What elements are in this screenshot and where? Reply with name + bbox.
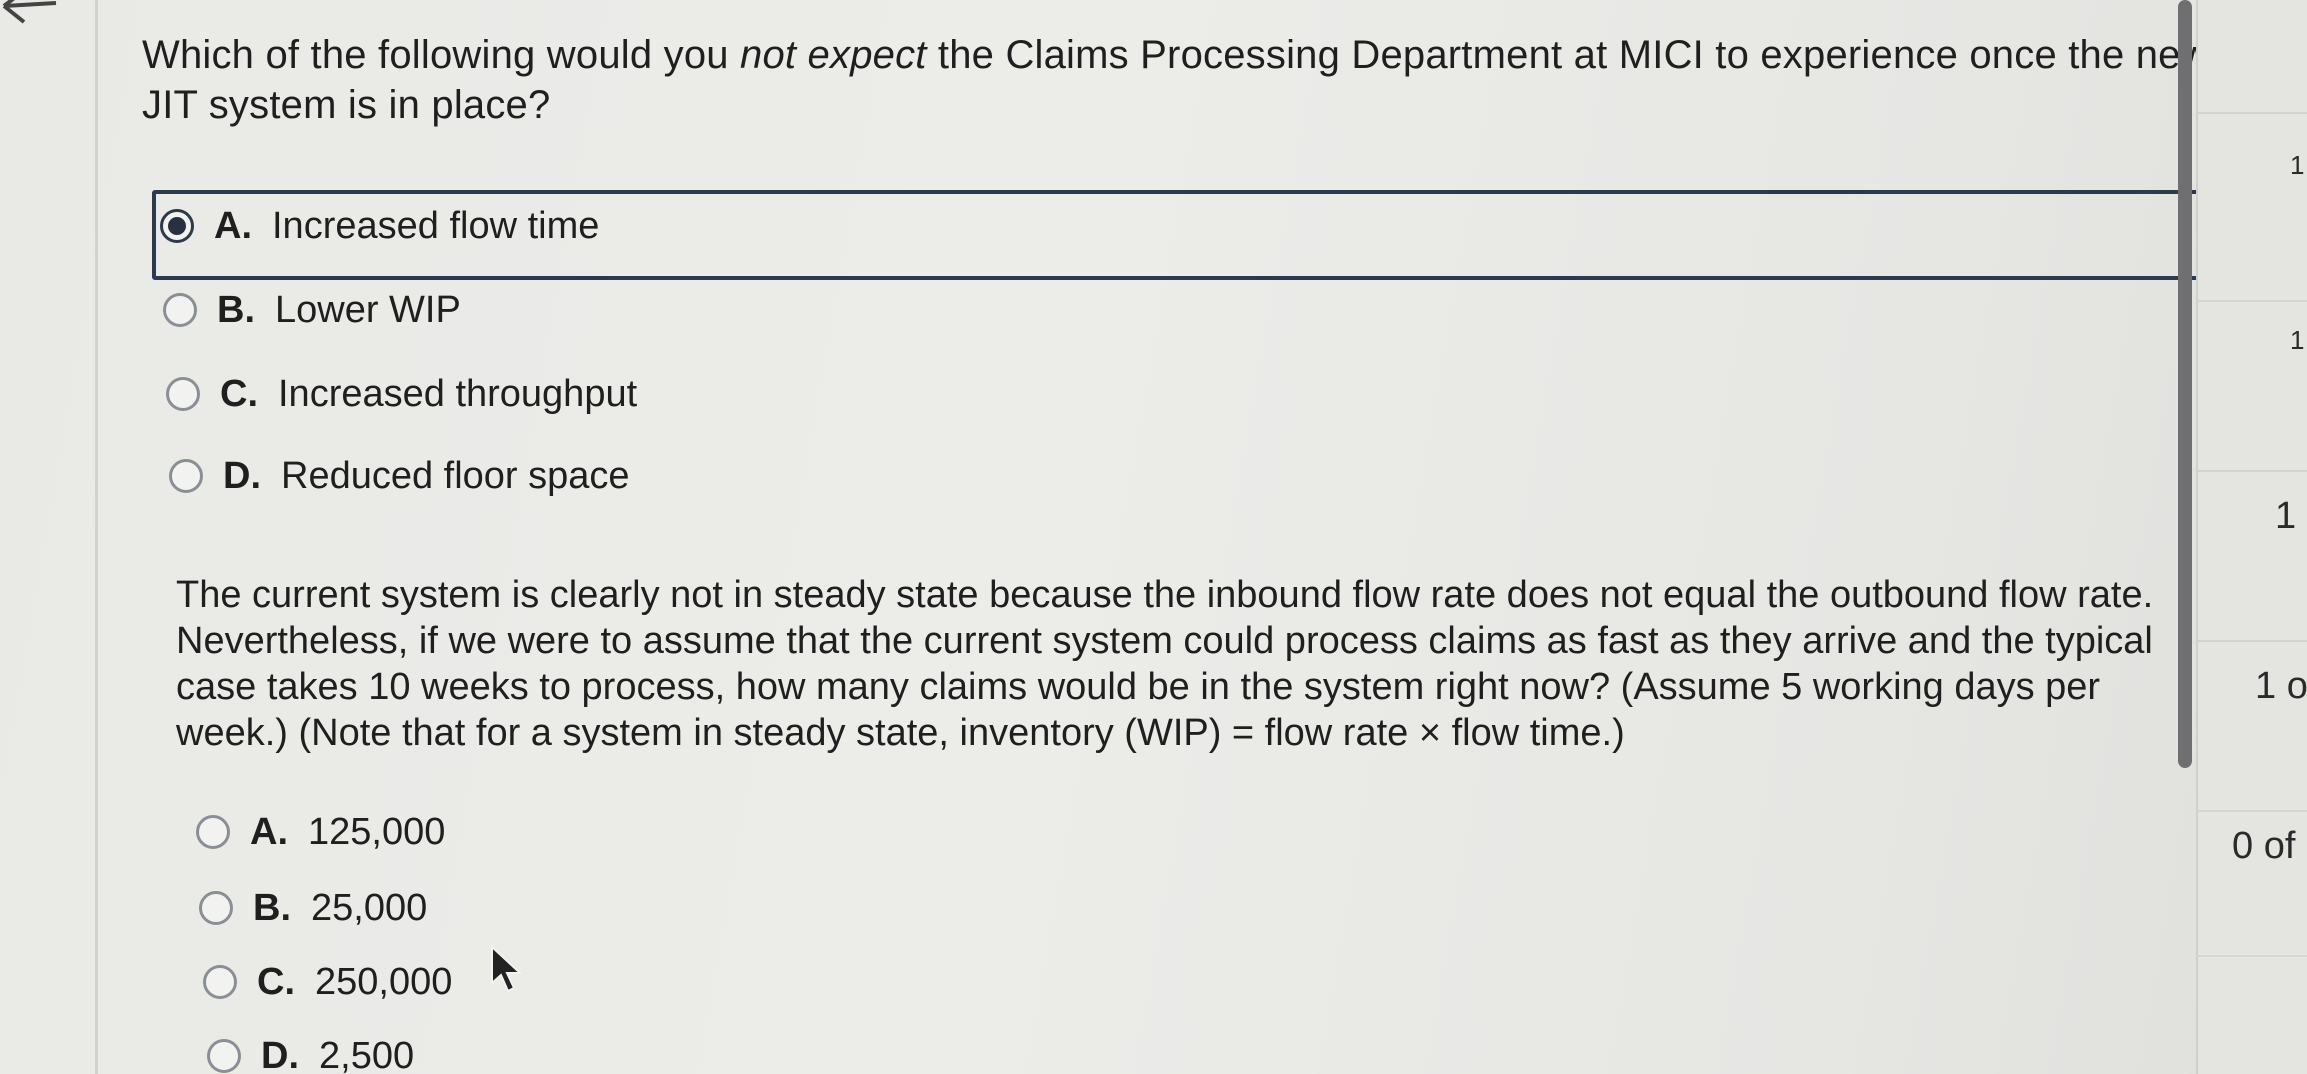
q1-option-b-radio[interactable] xyxy=(163,293,197,327)
right-panel-divider xyxy=(2196,470,2307,472)
q2-option-c-letter: C. xyxy=(257,960,295,1003)
screen: Which of the following would you not exp… xyxy=(0,0,2307,1074)
right-panel-fragment: 0 of xyxy=(2232,825,2296,867)
q1-option-b-label: Lower WIP xyxy=(275,288,461,331)
q1-option-b[interactable]: B. Lower WIP xyxy=(163,280,461,340)
right-panel-fragment: 1 xyxy=(2275,495,2297,537)
scrollbar-thumb[interactable] xyxy=(2178,0,2192,768)
q1-option-c[interactable]: C. Increased throughput xyxy=(166,364,637,424)
q2-option-a[interactable]: A. 125,000 xyxy=(196,802,445,862)
q1-option-a-label: Increased flow time xyxy=(272,204,600,247)
q1-option-a[interactable]: A. Increased flow time xyxy=(160,196,599,256)
q1-option-b-letter: B. xyxy=(217,288,255,331)
q2-option-d-label: 2,500 xyxy=(319,1034,415,1074)
q1-option-d[interactable]: D. Reduced floor space xyxy=(169,446,630,506)
q2-option-d-radio[interactable] xyxy=(207,1039,241,1073)
question-1-text: Which of the following would you not exp… xyxy=(142,33,2210,127)
q1-option-c-radio[interactable] xyxy=(166,377,200,411)
q1-option-d-radio[interactable] xyxy=(169,459,203,493)
left-divider xyxy=(95,0,98,1074)
right-panel-fragment: 1 xyxy=(2290,150,2305,180)
q1-option-a-radio[interactable] xyxy=(160,209,194,243)
right-panel-fragment: 1 o xyxy=(2255,665,2307,707)
back-arrow-icon[interactable] xyxy=(0,0,60,50)
q2-option-c[interactable]: C. 250,000 xyxy=(203,952,452,1012)
right-panel-divider xyxy=(2196,955,2307,957)
q1-option-c-letter: C. xyxy=(220,372,258,415)
q2-option-d[interactable]: D. 2,500 xyxy=(207,1026,414,1074)
q1-option-c-label: Increased throughput xyxy=(278,372,638,415)
question-2-text: The current system is clearly not in ste… xyxy=(176,574,2154,754)
q2-option-a-label: 125,000 xyxy=(308,810,446,853)
q1-option-d-label: Reduced floor space xyxy=(281,454,630,497)
mouse-pointer-icon xyxy=(491,945,523,993)
q2-option-a-letter: A. xyxy=(250,810,288,853)
q2-option-b-letter: B. xyxy=(253,886,291,929)
right-panel-divider xyxy=(2196,300,2307,302)
q2-option-d-letter: D. xyxy=(261,1034,299,1074)
q2-option-c-label: 250,000 xyxy=(315,960,453,1003)
q1-option-d-letter: D. xyxy=(223,454,261,497)
right-panel-divider xyxy=(2196,112,2307,114)
q2-option-b-label: 25,000 xyxy=(311,886,428,929)
right-panel-fragment: 1 xyxy=(2290,325,2305,355)
q2-option-c-radio[interactable] xyxy=(203,965,237,999)
q2-option-a-radio[interactable] xyxy=(196,815,230,849)
right-panel-divider xyxy=(2196,640,2307,642)
right-panel-divider xyxy=(2196,810,2307,812)
q2-option-b-radio[interactable] xyxy=(199,891,233,925)
q1-option-a-letter: A. xyxy=(214,204,252,247)
q2-option-b[interactable]: B. 25,000 xyxy=(199,878,427,938)
